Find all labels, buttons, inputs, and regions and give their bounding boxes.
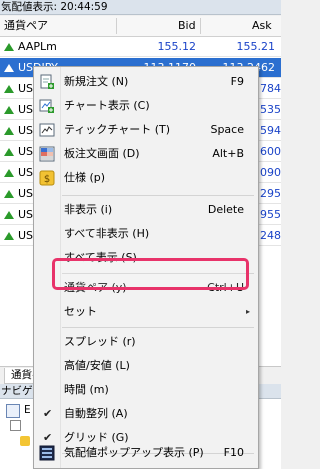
menu-item-shortcut: F10	[223, 446, 244, 459]
popup-prices-icon	[39, 445, 55, 461]
menu-item-shortcut: Space	[210, 123, 244, 136]
menu-item-label: すべて非表示 (H)	[64, 227, 150, 240]
menu-item-chart-window[interactable]: チャート表示 (C)	[34, 94, 258, 118]
menu-item-label: 新規注文 (N)	[64, 75, 129, 88]
up-arrow-icon	[4, 64, 14, 72]
window-title: 気配値表示: 20:44:59	[1, 1, 108, 13]
navigator-tree-item[interactable]: E	[24, 404, 31, 416]
tick-chart-icon	[39, 123, 55, 137]
row-ask: 784	[260, 82, 281, 95]
menu-item-popup-prices[interactable]: 気配値ポップアップ表示 (P) F10	[34, 441, 258, 465]
column-header-symbol[interactable]: 通貨ペア	[4, 16, 48, 36]
row-ask: 248	[260, 229, 281, 242]
row-ask: 090	[260, 166, 281, 179]
menu-item-specification[interactable]: $ 仕様 (p)	[34, 166, 258, 190]
menu-item-high-low[interactable]: 高値/安値 (L)	[34, 354, 258, 378]
specification-icon: $	[39, 170, 55, 186]
row-symbol: US	[18, 208, 34, 221]
up-arrow-icon	[4, 127, 14, 135]
up-arrow-icon	[4, 148, 14, 156]
row-symbol: US	[18, 103, 34, 116]
up-arrow-icon	[4, 43, 14, 51]
menu-separator	[62, 195, 254, 196]
row-bid: 155.12	[157, 40, 197, 53]
up-arrow-icon	[4, 232, 14, 240]
up-arrow-icon	[4, 190, 14, 198]
row-ask: 155.21	[236, 40, 276, 53]
menu-item-label: セット	[64, 305, 97, 318]
menu-separator	[62, 327, 254, 328]
row-ask: 535	[260, 103, 281, 116]
row-symbol: US	[18, 82, 34, 95]
column-header-ask[interactable]: Ask	[252, 16, 272, 36]
menu-item-auto-arrange[interactable]: ✔ 自動整列 (A)	[34, 402, 258, 426]
row-ask: 295	[260, 187, 281, 200]
menu-item-label: ティックチャート (T)	[64, 123, 171, 136]
menu-item-label: スプレッド (r)	[64, 335, 136, 348]
menu-item-hide[interactable]: 非表示 (i) Delete	[34, 198, 258, 222]
menu-item-label: 自動整列 (A)	[64, 407, 128, 420]
table-header: 通貨ペア Bid Ask	[0, 16, 281, 37]
column-divider[interactable]	[116, 18, 117, 34]
row-symbol: AAPLm	[18, 40, 57, 53]
menu-item-depth-of-market[interactable]: 板注文画面 (D) Alt+B	[34, 142, 258, 166]
menu-item-label: 高値/安値 (L)	[64, 359, 130, 372]
menu-item-sets[interactable]: セット ▸	[34, 300, 258, 324]
highlight-box	[52, 258, 249, 290]
menu-item-spread[interactable]: スプレッド (r)	[34, 330, 258, 354]
menu-item-label: 時間 (m)	[64, 383, 109, 396]
column-divider[interactable]	[200, 18, 201, 34]
up-arrow-icon	[4, 85, 14, 93]
menu-item-label: チャート表示 (C)	[64, 99, 150, 112]
folder-icon	[20, 436, 30, 446]
row-symbol: US	[18, 124, 34, 137]
menu-item-new-order[interactable]: 新規注文 (N) F9	[34, 70, 258, 94]
submenu-arrow-icon: ▸	[245, 307, 250, 316]
depth-of-market-icon	[39, 146, 55, 162]
up-arrow-icon	[4, 211, 14, 219]
row-symbol: US	[18, 229, 34, 242]
svg-text:$: $	[44, 174, 50, 185]
new-order-icon	[40, 74, 54, 89]
window-title-bar: 気配値表示: 20:44:59	[0, 0, 281, 15]
row-symbol: US	[18, 166, 34, 179]
row-symbol: US	[18, 145, 34, 158]
computer-icon[interactable]	[6, 404, 20, 418]
menu-item-hide-all[interactable]: すべて非表示 (H)	[34, 222, 258, 246]
menu-item-time[interactable]: 時間 (m)	[34, 378, 258, 402]
row-ask: 594	[260, 124, 281, 137]
row-ask: 955	[260, 208, 281, 221]
checkmark-icon: ✔	[43, 407, 53, 420]
menu-item-shortcut: F9	[230, 75, 244, 88]
column-header-bid[interactable]: Bid	[178, 16, 196, 36]
menu-item-label: 板注文画面 (D)	[64, 147, 140, 160]
row-ask: 600	[260, 145, 281, 158]
menu-item-shortcut: Alt+B	[212, 147, 244, 160]
menu-item-label: 気配値ポップアップ表示 (P)	[64, 446, 204, 459]
row-symbol: US	[18, 187, 34, 200]
up-arrow-icon	[4, 169, 14, 177]
tree-expand-icon[interactable]	[10, 420, 21, 431]
menu-item-label: 仕様 (p)	[64, 171, 106, 184]
table-row[interactable]: AAPLm 155.12 155.21	[0, 37, 281, 57]
menu-item-shortcut: Delete	[207, 203, 244, 216]
menu-item-tick-chart[interactable]: ティックチャート (T) Space	[34, 118, 258, 142]
up-arrow-icon	[4, 106, 14, 114]
chart-window-icon	[39, 99, 54, 113]
menu-item-label: 非表示 (i)	[64, 203, 113, 216]
